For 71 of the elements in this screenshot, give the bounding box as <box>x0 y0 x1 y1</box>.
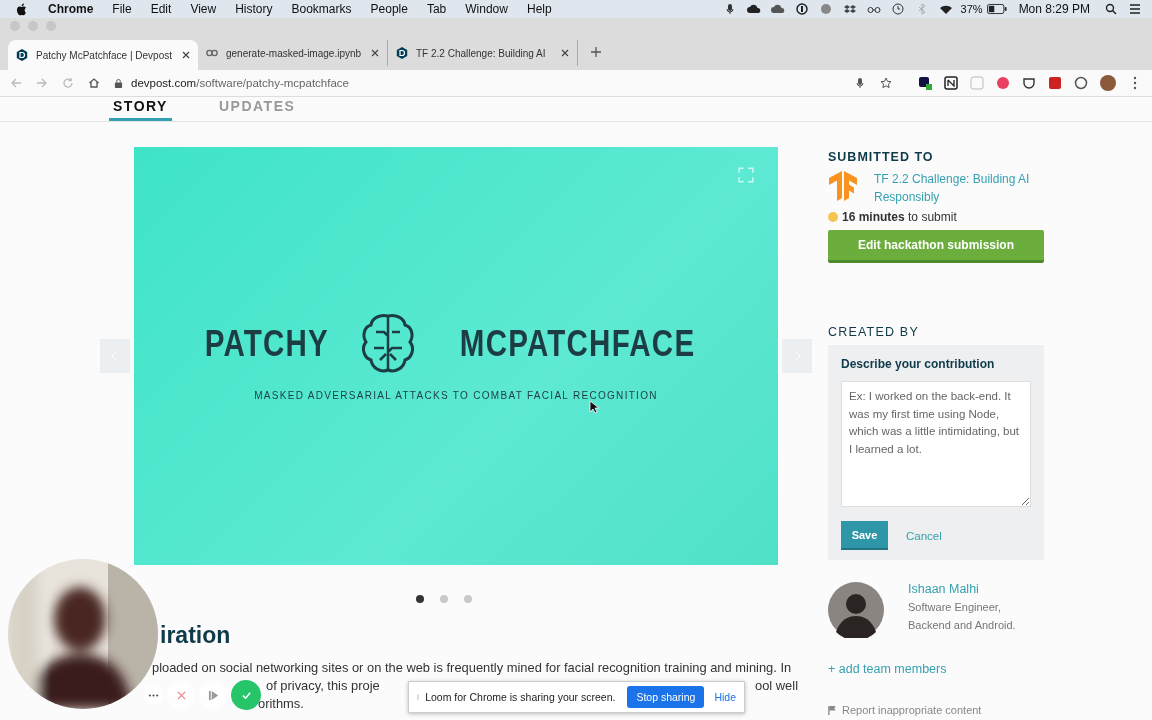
stop-sharing-button[interactable]: Stop sharing <box>627 686 705 708</box>
paragraph-fragment: of privacy, this proje <box>266 677 381 695</box>
pocket-icon[interactable] <box>1022 76 1036 90</box>
browser-tab[interactable]: Patchy McPatchface | Devpost <box>8 40 198 70</box>
browser-tab[interactable]: generate-masked-image.ipynb <box>198 40 388 66</box>
cloud-icon[interactable] <box>746 3 761 15</box>
menu-item[interactable]: People <box>370 2 408 16</box>
paragraph-fragment: ool well <box>755 677 798 695</box>
browser-tab[interactable]: TF 2.2 Challenge: Building AI <box>388 40 578 66</box>
member-role: Software Engineer, Backend and Android. <box>908 600 1017 633</box>
battery-percent: 37% <box>960 3 983 15</box>
devpost-icon <box>396 47 408 59</box>
address-field[interactable]: devpost.com/software/patchy-mcpatchface <box>114 72 906 94</box>
paragraph-fragment: orithms. <box>258 695 304 713</box>
section-heading: CREATED BY <box>828 325 920 339</box>
menu-item[interactable]: History <box>235 2 273 16</box>
new-tab-icon[interactable] <box>590 46 602 58</box>
carousel-dot[interactable] <box>440 595 448 603</box>
search-icon[interactable] <box>1104 3 1118 15</box>
apple-icon[interactable] <box>16 2 27 16</box>
list-icon[interactable] <box>1128 3 1142 15</box>
check-icon <box>240 689 252 701</box>
field-label: Describe your contribution <box>841 357 996 371</box>
menu-item[interactable]: Bookmarks <box>291 2 352 16</box>
section-heading: SUBMITTED TO <box>828 150 935 164</box>
home-icon[interactable] <box>88 77 100 89</box>
member-avatar <box>828 582 884 638</box>
wifi-icon[interactable] <box>938 3 953 15</box>
menu-item[interactable]: Window <box>465 2 508 16</box>
menu-item[interactable]: Edit <box>150 2 172 16</box>
drag-handle-icon[interactable] <box>417 692 420 702</box>
dropbox-icon[interactable] <box>842 3 857 15</box>
cursor-icon <box>589 400 599 414</box>
slide-title: PATCHY <box>204 322 329 365</box>
slide-subtitle: MASKED ADVERSARIAL ATTACKS TO COMBAT FACIAL RECOGNITION <box>254 389 658 401</box>
carousel-dot[interactable] <box>416 595 424 603</box>
devpost-icon <box>16 49 28 61</box>
carousel-dot[interactable] <box>464 595 472 603</box>
play-pause-icon <box>207 689 219 701</box>
extension-icon[interactable] <box>1074 76 1088 90</box>
menu-item[interactable]: View <box>190 2 217 16</box>
extension-icon[interactable] <box>918 76 932 90</box>
slide-title: MCPATCHFACE <box>460 322 696 365</box>
paragraph-line: ploaded on social networking sites or on the web is frequently mined for facial recognition training and mining. In <box>151 659 792 677</box>
extension-icon[interactable] <box>944 76 958 90</box>
menu-item[interactable]: File <box>112 2 132 16</box>
clock: Mon 8:29 PM <box>1018 2 1090 16</box>
menu-item[interactable]: Help <box>526 2 552 16</box>
sharing-message: Loom for Chrome is sharing your screen. <box>425 691 616 703</box>
close-icon[interactable] <box>371 49 379 57</box>
close-icon <box>175 689 187 701</box>
page-tab[interactable]: STORY <box>109 98 172 121</box>
cloud-icon[interactable] <box>770 3 785 15</box>
contribution-field[interactable]: Ex: I worked on the back-end. It was my first time using Node, which was a little intimidating, but I learned a lot. <box>841 381 1031 507</box>
flag-icon <box>828 704 837 716</box>
deadline-text: 16 minutes to submit <box>842 210 957 224</box>
hide-link[interactable]: Hide <box>714 691 736 703</box>
menu-item[interactable]: Chrome <box>48 2 94 16</box>
microphone-icon[interactable] <box>854 77 866 89</box>
lock-icon <box>114 77 123 89</box>
report-link[interactable]: Report inappropriate content <box>842 704 982 716</box>
close-icon[interactable] <box>182 51 190 59</box>
tensorflow-logo <box>828 170 858 202</box>
colab-icon <box>206 47 218 59</box>
circle-icon[interactable] <box>794 3 809 15</box>
star-icon[interactable] <box>880 77 892 89</box>
battery-icon[interactable] <box>986 3 1007 15</box>
section-heading: iration <box>160 621 232 649</box>
menu-item[interactable]: Tab <box>426 2 447 16</box>
close-icon[interactable] <box>561 49 569 57</box>
profile-avatar[interactable] <box>1100 75 1116 91</box>
